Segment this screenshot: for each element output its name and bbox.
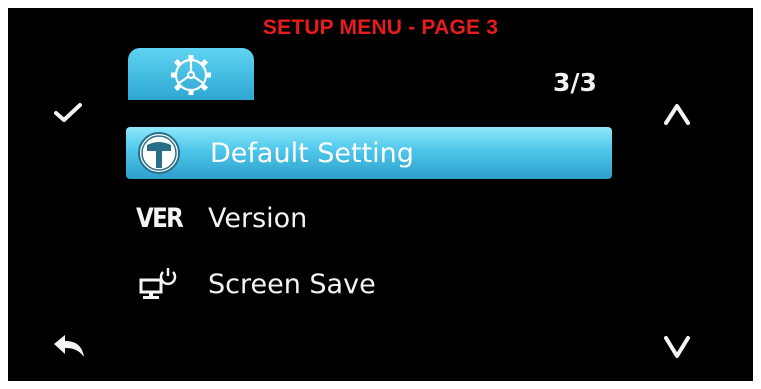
menu-item-version[interactable]: VER Version bbox=[126, 192, 612, 244]
gear-icon bbox=[171, 55, 211, 95]
hammer-icon bbox=[126, 130, 192, 176]
page-indicator: 3/3 bbox=[553, 68, 597, 97]
ver-icon-wrapper: VER bbox=[126, 203, 192, 234]
menu-item-default-setting[interactable]: Default Setting bbox=[126, 127, 612, 179]
page-title: SETUP MENU - PAGE 3 bbox=[262, 16, 499, 39]
menu-item-label: Default Setting bbox=[210, 137, 414, 169]
menu-item-label: Version bbox=[208, 202, 308, 234]
monitor-power-icon bbox=[126, 266, 192, 302]
back-arrow-icon[interactable] bbox=[52, 333, 86, 359]
menu-item-screen-save[interactable]: Screen Save bbox=[126, 258, 612, 310]
camera-menu-screen: SETUP MENU - PAGE 3 3/3 Default Setting … bbox=[8, 8, 753, 381]
settings-tab[interactable] bbox=[128, 48, 254, 100]
menu-item-label: Screen Save bbox=[208, 268, 376, 300]
ver-icon: VER bbox=[135, 202, 184, 234]
check-icon[interactable] bbox=[53, 102, 83, 124]
chevron-down-icon[interactable] bbox=[663, 335, 691, 359]
chevron-up-icon[interactable] bbox=[663, 102, 691, 126]
